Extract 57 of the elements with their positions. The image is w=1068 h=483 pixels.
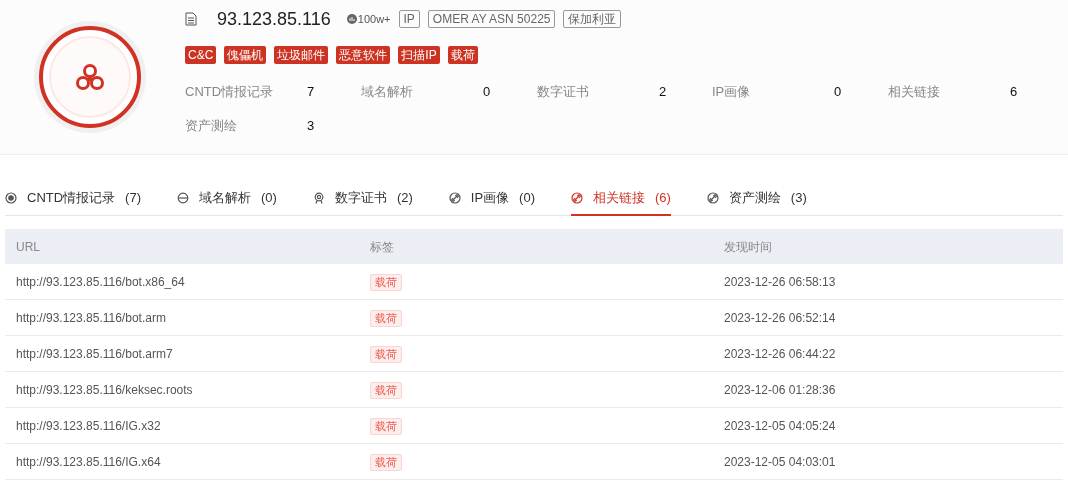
payload-tag: 载荷 (370, 345, 402, 363)
table-cell-text: 2023-12-05 04:05:24 (723, 417, 836, 435)
info-tag: 保加利亚 (563, 10, 622, 28)
payload-tag: 载荷 (370, 381, 402, 399)
column-header: URL (15, 238, 40, 256)
link-icon (448, 192, 461, 204)
table-cell-text: 2023-12-06 01:28:36 (723, 381, 836, 399)
stat-value: 7 (307, 83, 315, 100)
stat-label: 相关链接 (888, 83, 941, 100)
stat-value: 0 (834, 83, 842, 100)
tab[interactable]: CNTD情报记录 (7) (5, 182, 141, 216)
table-cell-text: 2023-12-26 06:58:13 (723, 273, 836, 291)
globe-icon (177, 192, 189, 204)
threat-tag: 垃圾邮件 (274, 46, 329, 64)
table-cell-text: http://93.123.85.116/IG.x32 (15, 417, 161, 435)
table-cell-text: http://93.123.85.116/keksec.roots (15, 381, 193, 399)
stat-value: 0 (483, 83, 491, 100)
info-tag: IP (398, 10, 420, 28)
table-cell-text: http://93.123.85.116/bot.x86_64 (15, 273, 185, 291)
heat-count: 100w+ (357, 11, 391, 27)
tab[interactable]: 相关链接 (6) (570, 182, 671, 216)
threat-tag: 恶意软件 (336, 46, 391, 64)
table-cell-text: http://93.123.85.116/bot.arm7 (15, 345, 173, 363)
table-cell-text: 2023-12-26 06:52:14 (723, 309, 836, 327)
stat-label: 数字证书 (537, 83, 590, 100)
ip-address: 93.123.85.116 (217, 7, 331, 31)
link-icon (570, 192, 583, 204)
stat-value: 6 (1010, 83, 1018, 100)
stat-label: 域名解析 (361, 83, 414, 100)
table-cell-text: http://93.123.85.116/IG.x64 (15, 453, 161, 471)
table-cell-text: 2023-12-05 04:03:01 (723, 453, 836, 471)
payload-tag: 载荷 (370, 453, 402, 471)
stat-label: 资产测绘 (185, 117, 238, 134)
payload-tag: 载荷 (370, 417, 402, 435)
threat-tag: 扫描IP (398, 46, 440, 64)
threat-tag: 载荷 (447, 46, 478, 64)
tab[interactable]: 数字证书 (2) (312, 182, 413, 216)
tab[interactable]: IP画像 (0) (448, 182, 535, 216)
badge-icon (312, 192, 325, 204)
payload-tag: 载荷 (370, 309, 402, 327)
stat-label: CNTD情报记录 (185, 83, 275, 100)
document-icon (185, 12, 197, 26)
radar-icon (5, 192, 17, 204)
table-cell-text: http://93.123.85.116/bot.arm (15, 309, 166, 327)
tab[interactable]: 资产测绘 (3) (706, 182, 807, 216)
column-header: 标签 (369, 238, 394, 256)
stat-value: 2 (659, 83, 667, 100)
column-header: 发现时间 (723, 238, 772, 256)
tab[interactable]: 域名解析 (0) (177, 182, 277, 216)
threat-tag: C&C (185, 46, 217, 64)
link-icon (706, 192, 719, 204)
info-tag: OMER AY ASN 50225 (427, 10, 556, 28)
stat-value: 3 (307, 117, 315, 134)
threat-tag: 傀儡机 (224, 46, 267, 64)
payload-tag: 载荷 (370, 273, 402, 291)
stat-label: IP画像 (712, 83, 752, 100)
table-cell-text: 2023-12-26 06:44:22 (723, 345, 836, 363)
